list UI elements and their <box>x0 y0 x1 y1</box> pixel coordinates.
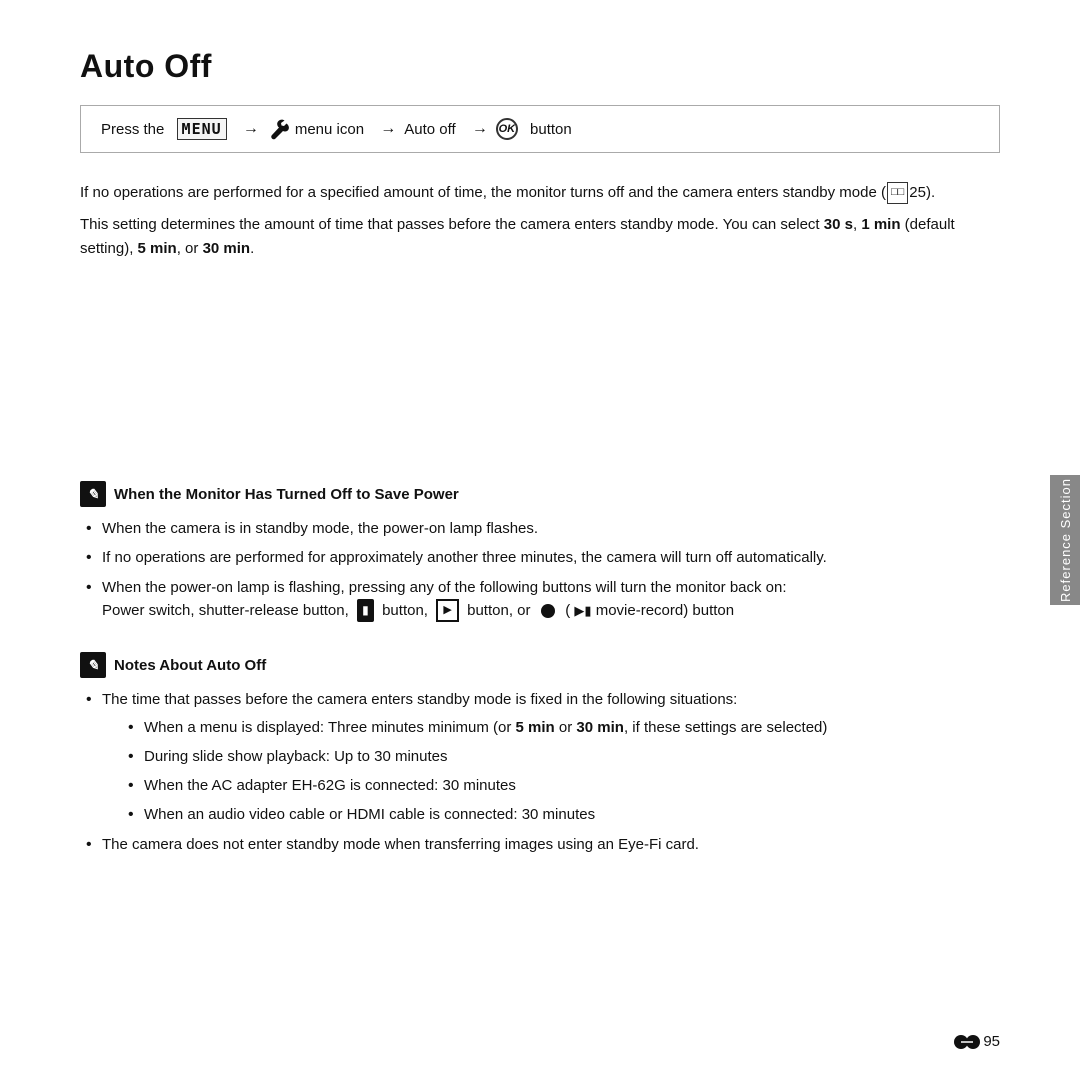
description-1: If no operations are performed for a spe… <box>80 181 1000 205</box>
menu-button-label: MENU <box>177 118 227 140</box>
movie-record-icon: ▶▮ <box>574 603 591 618</box>
auto-off-label: Auto off <box>404 121 455 138</box>
note-2-bullets: The time that passes before the camera e… <box>80 688 1000 856</box>
bold-5min-sub: 5 min <box>516 719 555 736</box>
description-2: This setting determines the amount of ti… <box>80 213 1000 261</box>
page-title: Auto Off <box>80 48 1000 85</box>
bold-5min: 5 min <box>138 240 177 257</box>
list-item: When the camera is in standby mode, the … <box>80 517 1000 540</box>
list-item: When an audio video cable or HDMI cable … <box>122 803 1000 826</box>
list-item: The time that passes before the camera e… <box>80 688 1000 826</box>
record-dot-icon <box>541 604 555 618</box>
bold-30min: 30 min <box>203 240 251 257</box>
note-section-2: ✎ Notes About Auto Off The time that pas… <box>80 652 1000 856</box>
menu-icon-label: menu icon <box>295 121 364 138</box>
arrow-2: → <box>380 120 396 138</box>
sidebar-label: Reference Section <box>1058 478 1073 602</box>
bold-30s: 30 s <box>824 216 853 233</box>
bold-30min-sub: 30 min <box>576 719 624 736</box>
list-item: When the AC adapter EH-62G is connected:… <box>122 774 1000 797</box>
note-1-bullets: When the camera is in standby mode, the … <box>80 517 1000 622</box>
ok-button-icon: OK <box>496 118 518 140</box>
page-num-icon <box>954 1034 980 1050</box>
list-item: If no operations are performed for appro… <box>80 546 1000 569</box>
list-item: When the power-on lamp is flashing, pres… <box>80 576 1000 623</box>
page-container: Auto Off Press the MENU → menu icon → Au… <box>0 0 1080 1080</box>
note-heading-1-text: When the Monitor Has Turned Off to Save … <box>114 486 459 503</box>
arrow-1: → <box>243 120 259 138</box>
list-item: The camera does not enter standby mode w… <box>80 833 1000 856</box>
note-heading-2: ✎ Notes About Auto Off <box>80 652 1000 678</box>
page-number: 95 <box>954 1033 1000 1050</box>
sidebar-reference-tab: Reference Section <box>1050 475 1080 605</box>
play-button-icon: ▶ <box>436 599 458 622</box>
page-icon-svg <box>954 1034 980 1050</box>
note-pencil-icon-2: ✎ <box>80 652 106 678</box>
page-number-text: 95 <box>983 1033 1000 1050</box>
note-heading-2-text: Notes About Auto Off <box>114 657 266 674</box>
power-line: Power switch, shutter-release button, ▮ … <box>102 602 734 619</box>
wrench-icon <box>269 118 289 140</box>
nav-prefix: Press the <box>101 121 164 138</box>
camera-button-icon: ▮ <box>357 599 374 622</box>
note-pencil-icon-1: ✎ <box>80 481 106 507</box>
page-ref-icon: □□ <box>887 182 908 204</box>
list-item: During slide show playback: Up to 30 min… <box>122 745 1000 768</box>
note-heading-1: ✎ When the Monitor Has Turned Off to Sav… <box>80 481 1000 507</box>
bold-1min: 1 min <box>861 216 900 233</box>
list-item: When a menu is displayed: Three minutes … <box>122 716 1000 739</box>
arrow-3: → <box>472 120 488 138</box>
nav-suffix: button <box>530 121 572 138</box>
sub-bullet-list: When a menu is displayed: Three minutes … <box>102 716 1000 827</box>
note-section-1: ✎ When the Monitor Has Turned Off to Sav… <box>80 481 1000 622</box>
navigation-instruction: Press the MENU → menu icon → Auto off → … <box>80 105 1000 153</box>
